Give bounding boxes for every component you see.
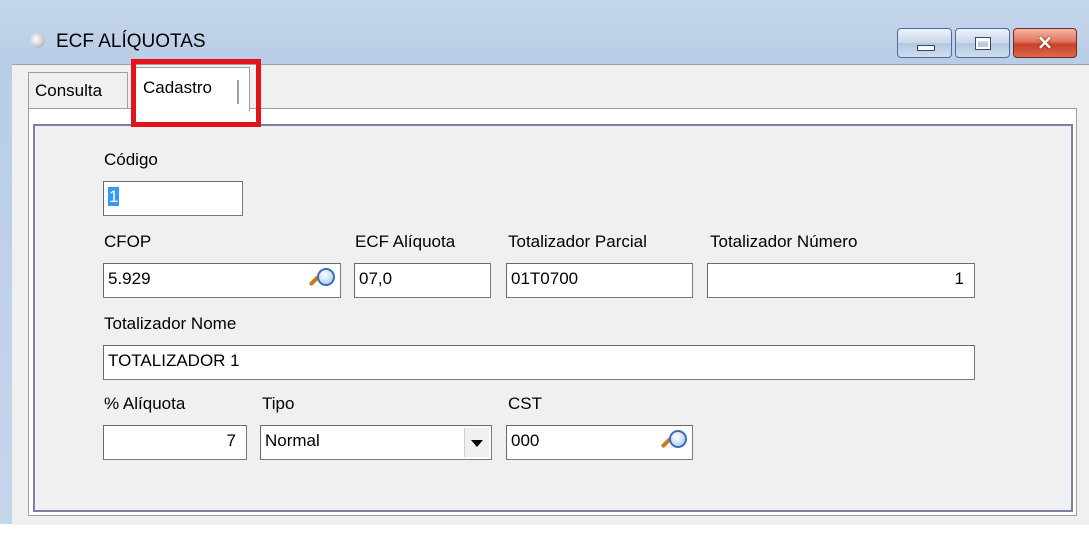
ecf-aliquota-label: ECF Alíquota xyxy=(355,232,456,251)
close-icon: × xyxy=(1036,30,1054,54)
tipo-value: Normal xyxy=(265,431,320,450)
close-button[interactable]: × xyxy=(1013,28,1077,58)
totalizador-parcial-value: 01T0700 xyxy=(511,269,579,288)
ecf-aliquota-input[interactable]: 07,0 xyxy=(354,263,491,298)
tipo-dropdown-button[interactable] xyxy=(464,428,489,457)
minimize-icon xyxy=(917,45,935,51)
tipo-label: Tipo xyxy=(262,394,295,413)
cfop-input[interactable]: 5.929 xyxy=(103,263,341,298)
cfop-label: CFOP xyxy=(104,232,152,251)
tab-consulta-label: Consulta xyxy=(35,81,103,100)
cfop-value: 5.929 xyxy=(108,269,151,288)
tab-consulta[interactable]: Consulta xyxy=(28,72,128,108)
app-orb-icon xyxy=(30,33,45,48)
codigo-value: 1 xyxy=(108,187,120,206)
cst-input[interactable]: 000 xyxy=(506,425,693,460)
totalizador-parcial-input[interactable]: 01T0700 xyxy=(506,263,693,298)
percent-aliquota-value: 7 xyxy=(226,431,236,450)
tipo-select[interactable]: Normal xyxy=(260,425,492,460)
totalizador-nome-input[interactable]: TOTALIZADOR 1 xyxy=(103,345,975,380)
codigo-input[interactable]: 1 xyxy=(103,181,243,216)
minimize-button[interactable] xyxy=(897,28,952,58)
cst-label: CST xyxy=(508,394,542,413)
totalizador-nome-value: TOTALIZADOR 1 xyxy=(108,351,240,370)
window-title: ECF ALÍQUOTAS xyxy=(56,31,206,52)
totalizador-numero-value: 1 xyxy=(954,269,964,288)
ecf-aliquota-value: 07,0 xyxy=(359,269,393,288)
cst-search-icon[interactable] xyxy=(660,428,690,458)
cfop-search-icon[interactable] xyxy=(308,266,338,296)
cst-value: 000 xyxy=(511,431,540,450)
percent-aliquota-label: % Alíquota xyxy=(104,394,186,413)
totalizador-numero-input[interactable]: 1 xyxy=(707,263,975,298)
totalizador-nome-label: Totalizador Nome xyxy=(104,314,237,333)
maximize-icon xyxy=(975,37,991,50)
title-bar[interactable]: ECF ALÍQUOTAS × xyxy=(0,0,1089,64)
highlight-box xyxy=(131,59,261,127)
chevron-down-icon xyxy=(471,440,483,447)
codigo-label: Código xyxy=(104,150,158,169)
percent-aliquota-input[interactable]: 7 xyxy=(103,425,247,460)
totalizador-parcial-label: Totalizador Parcial xyxy=(508,232,647,251)
totalizador-numero-label: Totalizador Número xyxy=(710,232,858,251)
maximize-button[interactable] xyxy=(955,28,1010,58)
